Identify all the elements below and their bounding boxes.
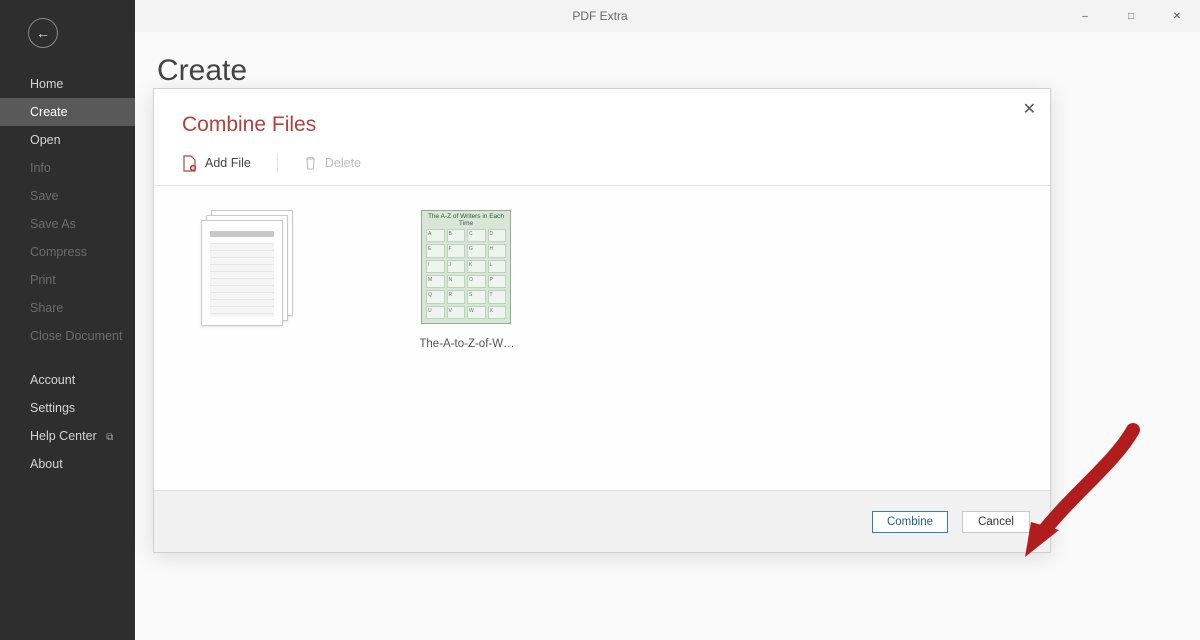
sidebar-item-label: Close Document bbox=[30, 329, 122, 343]
dialog-header: Combine Files ✕ bbox=[154, 89, 1050, 147]
sidebar: ← Home Create Open Info Save Save As Com… bbox=[0, 0, 135, 640]
cancel-label: Cancel bbox=[978, 516, 1014, 528]
sidebar-item-about[interactable]: About bbox=[0, 450, 135, 478]
window-controls: – □ ✕ bbox=[1062, 0, 1200, 32]
sidebar-item-create[interactable]: Create bbox=[0, 98, 135, 126]
app-title: PDF Extra bbox=[572, 9, 627, 23]
sidebar-item-share: Share bbox=[0, 294, 135, 322]
sidebar-item-label: Compress bbox=[30, 245, 87, 259]
sidebar-item-label: Settings bbox=[30, 401, 75, 415]
combine-files-dialog: Combine Files ✕ Add File Delete bbox=[153, 88, 1051, 553]
sidebar-item-close-document: Close Document bbox=[0, 322, 135, 350]
minimize-button[interactable]: – bbox=[1062, 0, 1108, 32]
sidebar-item-label: Save bbox=[30, 189, 59, 203]
dialog-footer: Combine Cancel bbox=[154, 490, 1050, 552]
sidebar-item-save: Save bbox=[0, 182, 135, 210]
close-icon: ✕ bbox=[1023, 101, 1036, 118]
maximize-button[interactable]: □ bbox=[1108, 0, 1154, 32]
dialog-toolbar: Add File Delete bbox=[154, 147, 1050, 186]
sidebar-item-label: Help Center bbox=[30, 429, 97, 443]
cancel-button[interactable]: Cancel bbox=[962, 511, 1030, 533]
sidebar-item-label: Open bbox=[30, 133, 61, 147]
title-bar: PDF Extra – □ ✕ bbox=[0, 0, 1200, 32]
sidebar-item-open[interactable]: Open bbox=[0, 126, 135, 154]
delete-button: Delete bbox=[304, 156, 361, 171]
delete-label: Delete bbox=[325, 156, 361, 170]
sidebar-item-label: Save As bbox=[30, 217, 76, 231]
sidebar-item-info: Info bbox=[0, 154, 135, 182]
trash-icon bbox=[304, 156, 317, 171]
sidebar-item-help-center[interactable]: Help Center ⧉ bbox=[0, 422, 135, 450]
sidebar-item-label: Create bbox=[30, 105, 68, 119]
sidebar-item-save-as: Save As bbox=[0, 210, 135, 238]
sidebar-item-label: Home bbox=[30, 77, 63, 91]
sidebar-item-label: About bbox=[30, 457, 63, 471]
sidebar-item-label: Print bbox=[30, 273, 56, 287]
file-thumbnail bbox=[201, 210, 293, 328]
combine-label: Combine bbox=[887, 516, 933, 528]
file-item[interactable] bbox=[182, 210, 312, 338]
add-file-icon bbox=[182, 155, 197, 172]
page-title: Create bbox=[157, 54, 1200, 88]
sidebar-item-account[interactable]: Account bbox=[0, 366, 135, 394]
poster-thumbnail-title: The A-Z of Writers in Each Time bbox=[422, 211, 510, 228]
add-file-label: Add File bbox=[205, 156, 251, 170]
sidebar-item-print: Print bbox=[0, 266, 135, 294]
sidebar-item-label: Share bbox=[30, 301, 63, 315]
dialog-close-button[interactable]: ✕ bbox=[1023, 99, 1036, 119]
sidebar-item-label: Info bbox=[30, 161, 51, 175]
sidebar-item-settings[interactable]: Settings bbox=[0, 394, 135, 422]
dialog-body: The A-Z of Writers in Each Time ABCDEFGH… bbox=[154, 186, 1050, 490]
external-link-icon: ⧉ bbox=[106, 432, 113, 443]
combine-button[interactable]: Combine bbox=[872, 511, 948, 533]
add-file-button[interactable]: Add File bbox=[182, 155, 251, 172]
sidebar-item-home[interactable]: Home bbox=[0, 70, 135, 98]
sidebar-item-label: Account bbox=[30, 373, 75, 387]
main-panel: Create Combine Files ✕ Add File Delete bbox=[135, 32, 1200, 640]
sidebar-item-compress: Compress bbox=[0, 238, 135, 266]
back-button[interactable]: ← bbox=[28, 18, 58, 48]
file-name-label: The-A-to-Z-of-W… bbox=[419, 338, 514, 350]
dialog-title: Combine Files bbox=[182, 113, 1022, 137]
close-window-button[interactable]: ✕ bbox=[1154, 0, 1200, 32]
toolbar-separator bbox=[277, 153, 278, 173]
file-thumbnail: The A-Z of Writers in Each Time ABCDEFGH… bbox=[421, 210, 513, 328]
file-item[interactable]: The A-Z of Writers in Each Time ABCDEFGH… bbox=[402, 210, 532, 350]
back-arrow-icon: ← bbox=[36, 25, 50, 41]
